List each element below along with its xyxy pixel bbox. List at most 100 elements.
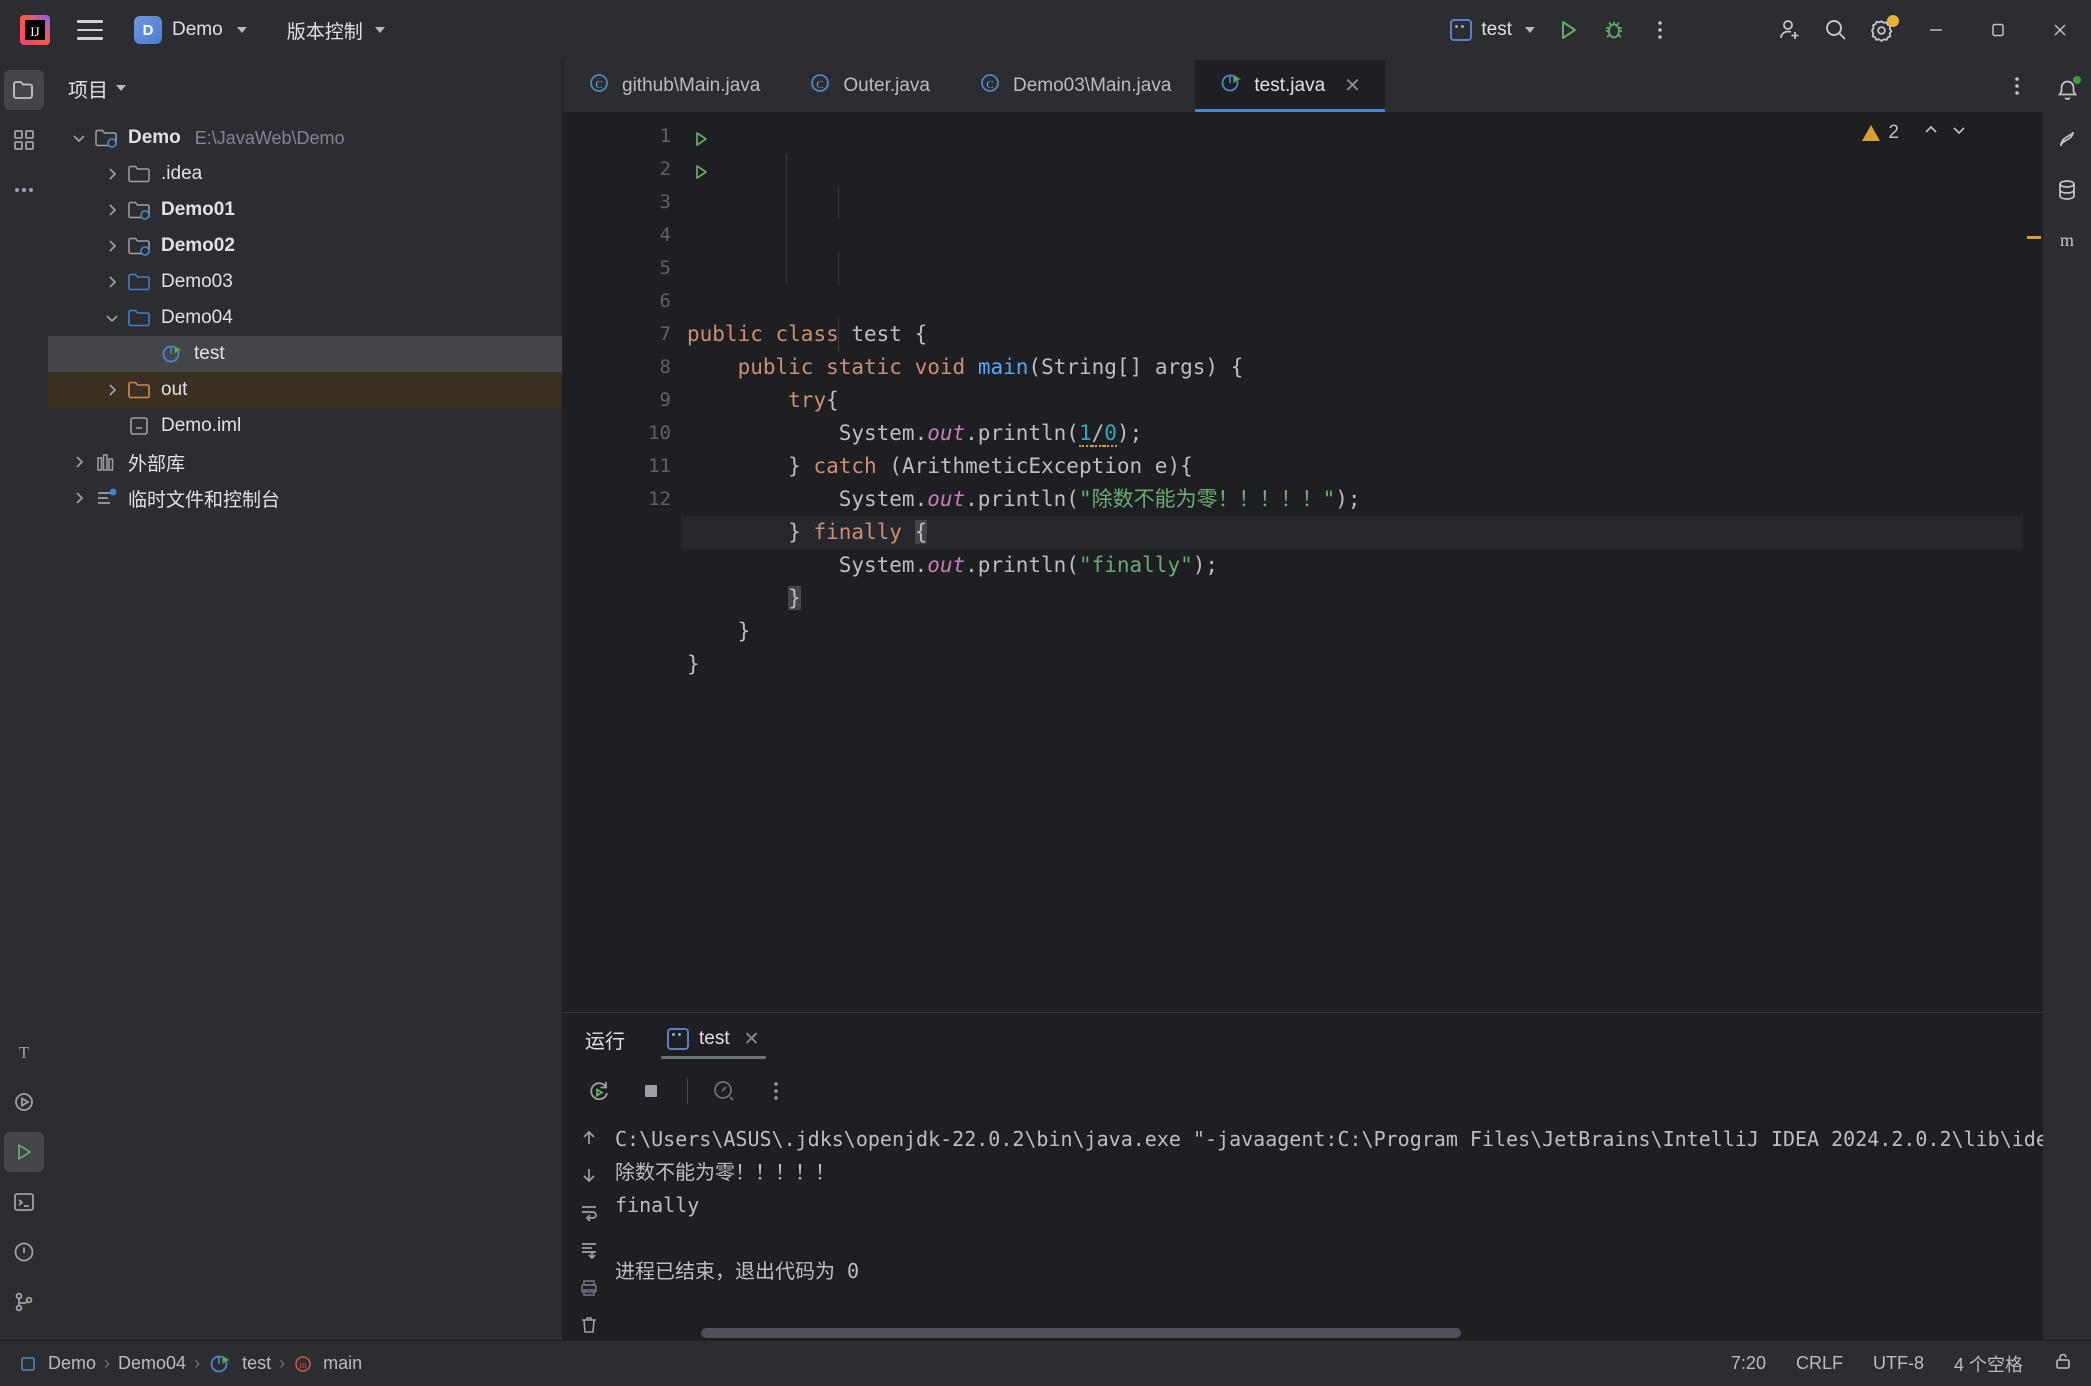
warning-marker[interactable] [2027,236,2041,239]
editor-text[interactable]: public class test { public static void m… [681,112,2043,1012]
tree-node-out[interactable]: out [48,372,562,408]
print-button[interactable] [571,1273,607,1303]
editor-tab-Outer-java[interactable]: COuter.java [784,60,954,112]
code-line-7[interactable]: } finally { [681,516,2043,549]
tree-node-Demo.iml[interactable]: Demo.iml [48,408,562,444]
sidebar-item-run[interactable] [4,1132,44,1172]
main-menu-button[interactable] [68,8,112,52]
debug-button[interactable] [1591,7,1637,53]
code-line-10[interactable]: } [681,615,2043,648]
run-more-options-button[interactable] [752,1069,800,1113]
tree-node-test[interactable]: test [48,336,562,372]
code-line-2[interactable]: public static void main(String[] args) { [681,351,2043,384]
chevron-right-icon[interactable] [99,165,125,183]
sidebar-item-more[interactable] [4,170,44,210]
tree-node-Demo[interactable]: DemoE:\JavaWeb\Demo [48,120,562,156]
chevron-right-icon[interactable] [99,237,125,255]
scroll-up-button[interactable] [571,1123,607,1153]
sidebar-item-notifications[interactable] [2047,70,2087,110]
run-button[interactable] [1545,7,1591,53]
indent-setting[interactable]: 4 个空格 [1954,1351,2023,1377]
sidebar-item-ai-assistant[interactable] [2047,120,2087,160]
project-widget[interactable]: D Demo [126,12,255,48]
editor-tab-bar[interactable]: Cgithub\Main.javaCOuter.javaCDemo03\Main… [563,60,2043,112]
run-tab-test[interactable]: test ✕ [653,1013,774,1065]
editor-tab-github-Main-java[interactable]: Cgithub\Main.java [563,60,784,112]
tree-node-Demo04[interactable]: Demo04 [48,300,562,336]
scrollbar-thumb[interactable] [701,1328,1461,1338]
stop-button[interactable] [627,1069,675,1113]
sidebar-item-todo[interactable]: T [4,1032,44,1072]
lock-icon[interactable] [2053,1351,2073,1376]
tree-node-外部库[interactable]: 外部库 [48,444,562,480]
code-editor[interactable]: 123456789101112 public class test { publ… [563,112,2043,1012]
add-collaborator-button[interactable] [1767,7,1813,53]
breadcrumb-item-Demo[interactable]: Demo [18,1353,96,1374]
project-tree[interactable]: DemoE:\JavaWeb\Demo.ideaDemo01Demo02Demo… [48,116,562,1340]
code-line-3[interactable]: try{ [681,384,2043,417]
editor-tab-Demo03-Main-java[interactable]: CDemo03\Main.java [954,60,1195,112]
project-panel-header[interactable]: 项目 [48,60,562,116]
breadcrumb[interactable]: Demo›Demo04›test›mmain [18,1352,362,1376]
error-stripe[interactable] [2023,112,2043,1012]
code-line-1[interactable]: public class test { [681,318,2043,351]
line-separator[interactable]: CRLF [1796,1353,1843,1374]
inspection-widget[interactable]: 2 [1862,120,1969,146]
console-horizontal-scrollbar[interactable] [631,1326,2043,1340]
scroll-to-end-button[interactable] [571,1236,607,1266]
sidebar-item-database[interactable] [2047,170,2087,210]
settings-button[interactable] [1859,7,1905,53]
chevron-right-icon[interactable] [99,381,125,399]
chevron-right-icon[interactable] [66,489,92,507]
window-maximize-button[interactable] [1967,0,2029,60]
clear-all-button[interactable] [571,1311,607,1341]
breadcrumb-item-Demo04[interactable]: Demo04 [118,1353,186,1374]
code-line-8[interactable]: System.out.println("finally"); [681,549,2043,582]
vcs-widget[interactable]: 版本控制 [279,13,393,48]
code-line-5[interactable]: } catch (ArithmeticException e){ [681,450,2043,483]
code-line-9[interactable]: } [681,582,2043,615]
code-line-4[interactable]: System.out.println(1/0); [681,417,2043,450]
sidebar-item-problems[interactable] [4,1232,44,1272]
more-actions-button[interactable] [1637,7,1683,53]
chevron-up-icon[interactable] [1921,120,1941,146]
close-icon[interactable]: ✕ [744,1028,760,1051]
chevron-down-icon[interactable] [66,129,92,147]
sidebar-item-terminal[interactable] [4,1182,44,1222]
profiler-button[interactable] [700,1069,748,1113]
breadcrumb-item-main[interactable]: mmain [293,1353,362,1374]
console-view[interactable]: C:\Users\ASUS\.jdks\openjdk-22.0.2\bin\j… [563,1117,2043,1340]
editor-gutter[interactable]: 123456789101112 [563,112,681,1012]
file-encoding[interactable]: UTF-8 [1873,1353,1924,1374]
sidebar-item-project[interactable] [4,70,44,110]
sidebar-item-services[interactable] [4,1082,44,1122]
scroll-down-button[interactable] [571,1161,607,1191]
tree-node-临时文件和控制台[interactable]: 临时文件和控制台 [48,480,562,516]
close-icon[interactable]: ✕ [1344,76,1361,96]
rerun-button[interactable] [575,1069,623,1113]
editor-tabs-more-button[interactable] [1991,60,2043,112]
soft-wrap-button[interactable] [571,1198,607,1228]
chevron-down-icon[interactable] [1949,120,1969,146]
chevron-right-icon[interactable] [66,453,92,471]
caret-position[interactable]: 7:20 [1731,1353,1766,1374]
tree-node-Demo03[interactable]: Demo03 [48,264,562,300]
code-line-6[interactable]: System.out.println("除数不能为零！！！！！"); [681,483,2043,516]
sidebar-item-structure[interactable] [4,120,44,160]
window-minimize-button[interactable] [1905,0,1967,60]
chevron-right-icon[interactable] [99,273,125,291]
search-everywhere-button[interactable] [1813,7,1859,53]
editor-tab-test-java[interactable]: test.java✕ [1195,60,1385,112]
chevron-right-icon[interactable] [99,201,125,219]
code-line-11[interactable]: } [681,648,2043,681]
tree-node-.idea[interactable]: .idea [48,156,562,192]
chevron-down-icon[interactable] [99,309,125,327]
sidebar-item-git[interactable] [4,1282,44,1322]
tree-node-Demo02[interactable]: Demo02 [48,228,562,264]
run-configuration-selector[interactable]: test [1440,14,1545,46]
code-line-12[interactable] [681,681,2043,714]
sidebar-item-maven[interactable]: m [2047,220,2087,260]
tree-node-Demo01[interactable]: Demo01 [48,192,562,228]
breadcrumb-item-test[interactable]: test [208,1352,271,1376]
chevron-down-icon[interactable] [116,85,126,91]
